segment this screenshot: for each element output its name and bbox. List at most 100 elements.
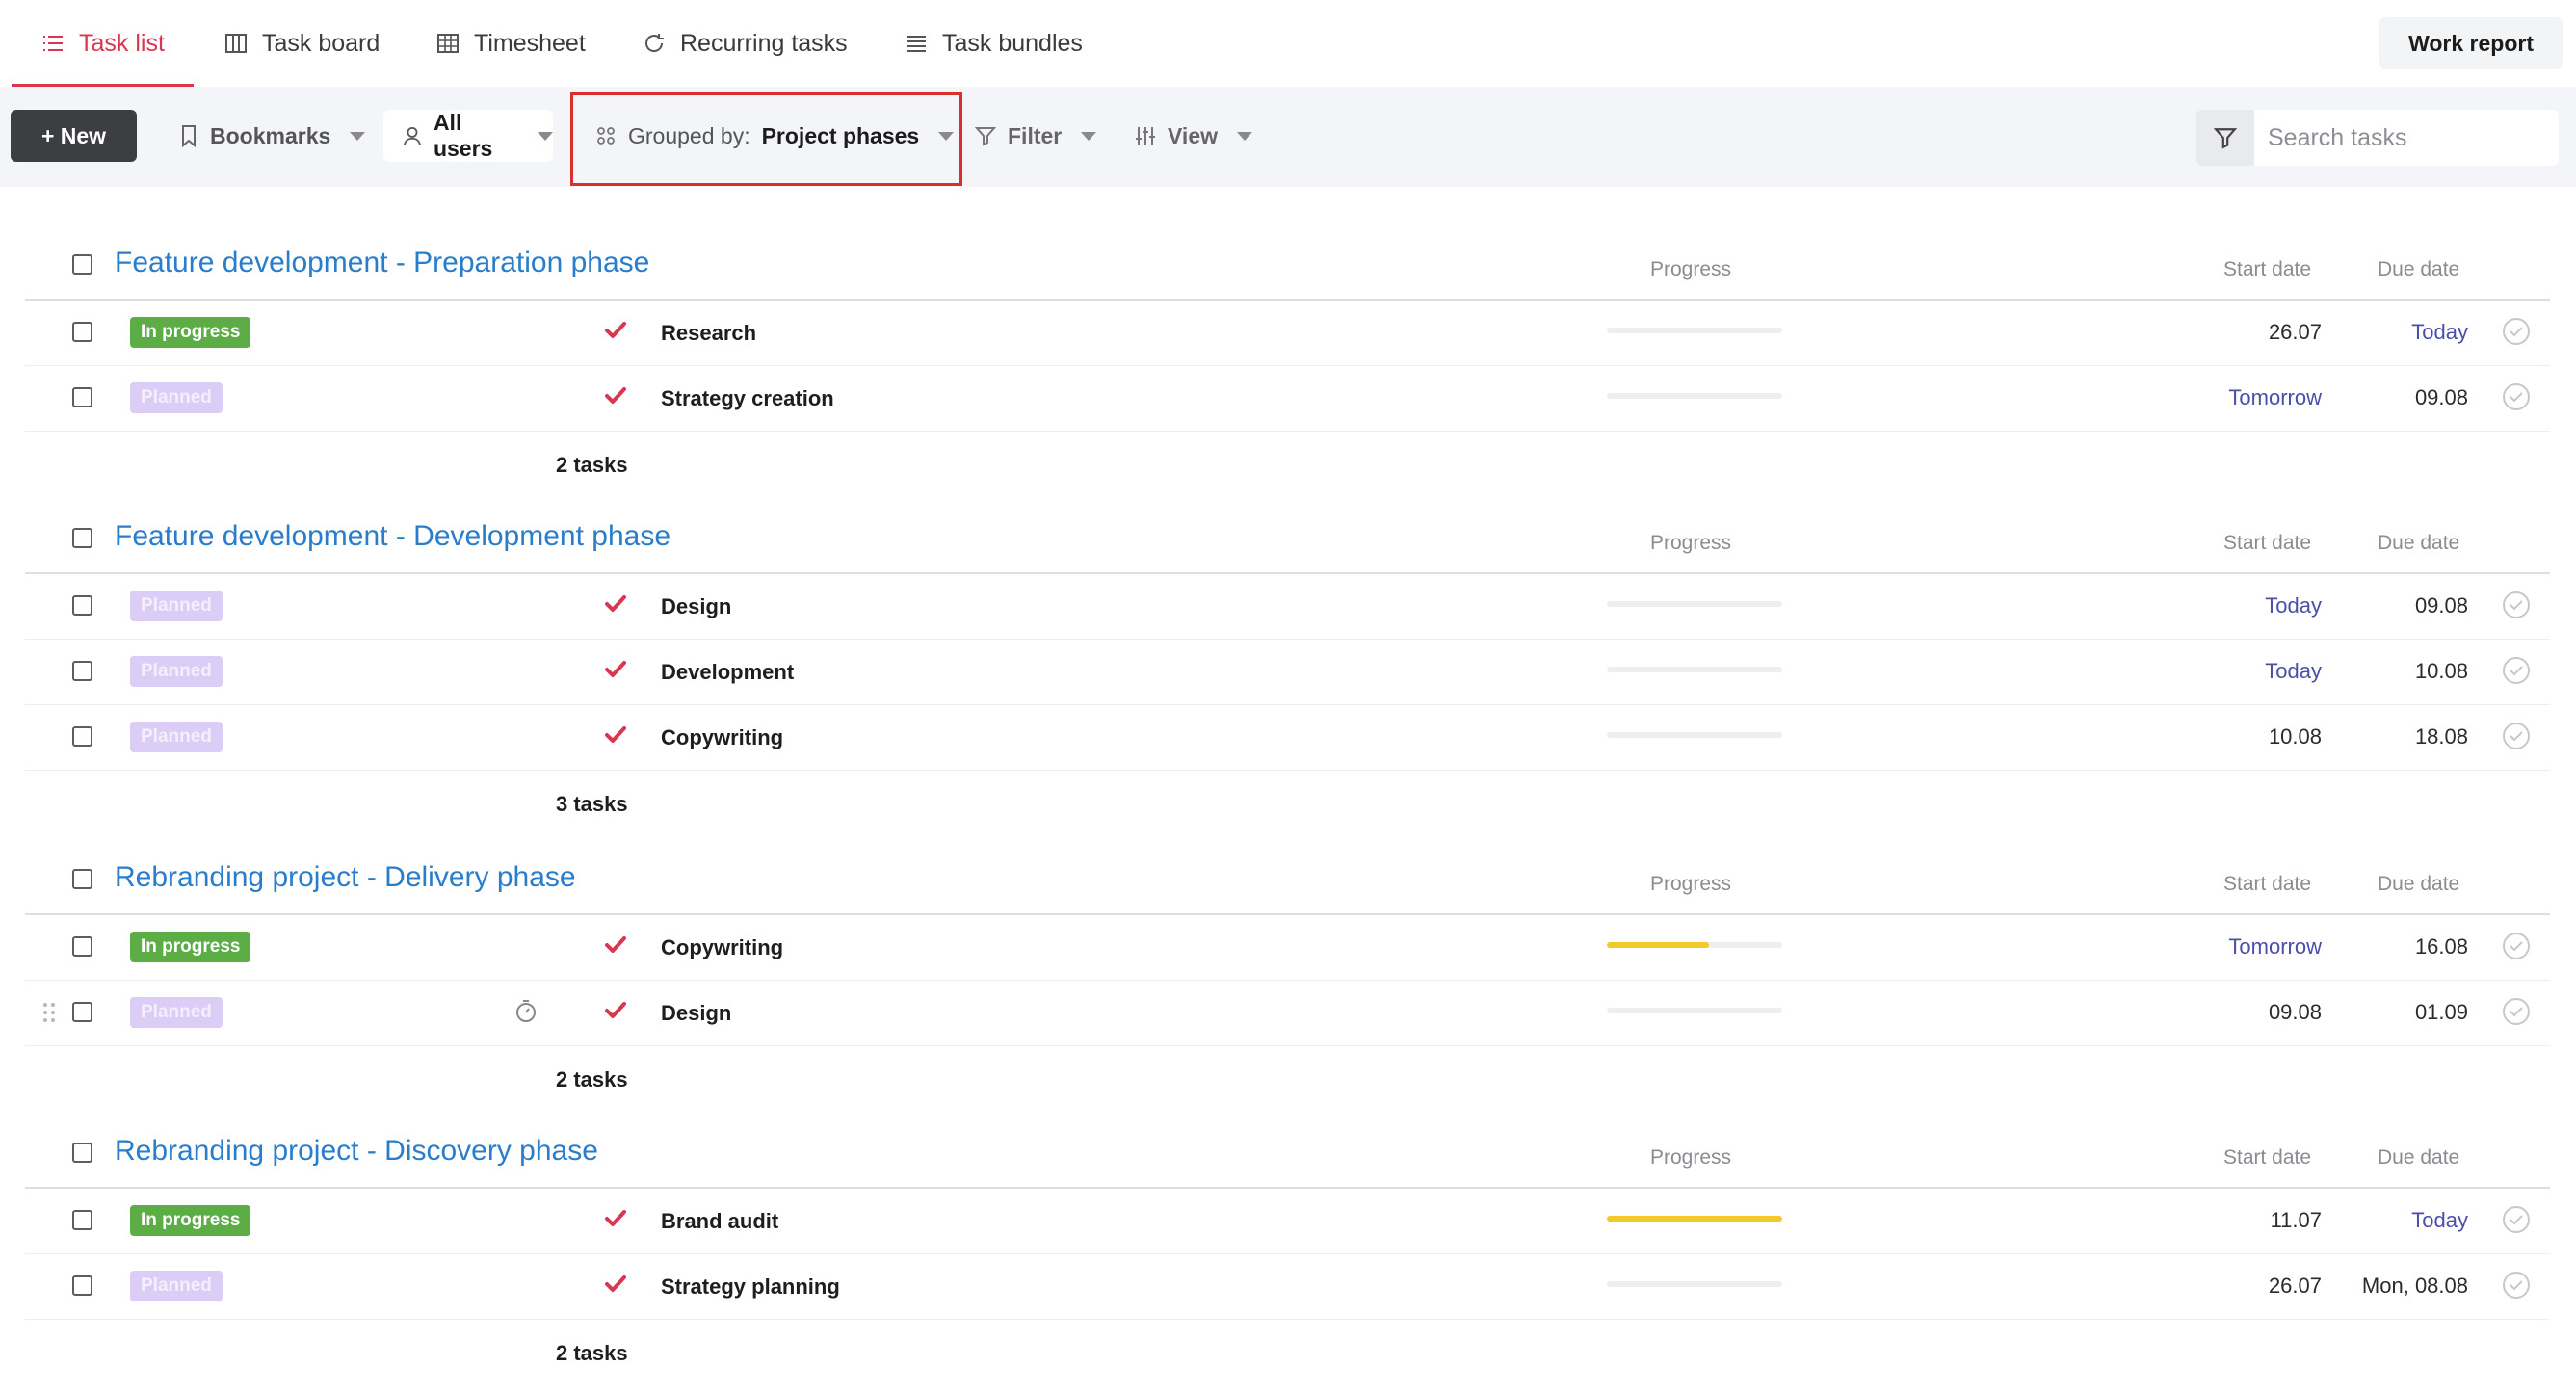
task-name[interactable]: Design <box>661 594 731 619</box>
complete-check-icon[interactable] <box>2501 316 2532 347</box>
complete-check-icon[interactable] <box>2501 655 2532 686</box>
complete-check-icon[interactable] <box>2501 590 2532 620</box>
bookmarks-dropdown[interactable]: Bookmarks <box>179 110 366 162</box>
table-row[interactable]: Planned Strategy creation Tomorrow 09.08 <box>0 366 2576 432</box>
table-row[interactable]: Planned Design 09.08 01.09 <box>0 981 2576 1046</box>
due-date[interactable]: Today <box>2411 1208 2468 1233</box>
group-title[interactable]: Feature development - Development phase <box>115 520 670 553</box>
timer-icon[interactable] <box>513 998 539 1023</box>
tab-timesheet[interactable]: Timesheet <box>435 0 586 87</box>
filter-dropdown[interactable]: Filter <box>975 110 1097 162</box>
start-date[interactable]: 09.08 <box>2269 1000 2322 1025</box>
table-row[interactable]: Planned Copywriting 10.08 18.08 <box>0 705 2576 771</box>
work-report-button[interactable]: Work report <box>2379 17 2563 69</box>
status-badge[interactable]: In progress <box>130 1205 251 1236</box>
users-dropdown[interactable]: All users <box>383 110 553 162</box>
row-checkbox[interactable] <box>72 936 92 957</box>
sliders-icon <box>1136 127 1155 145</box>
start-date-column-header[interactable]: Start date <box>2223 532 2311 555</box>
due-date[interactable]: 10.08 <box>2415 659 2468 684</box>
chevron-down-icon <box>1081 131 1097 141</box>
start-date[interactable]: 10.08 <box>2269 724 2322 749</box>
due-date-column-header[interactable]: Due date <box>2378 1146 2459 1170</box>
group-title[interactable]: Rebranding project - Delivery phase <box>115 861 576 894</box>
tab-label: Task list <box>79 29 165 57</box>
status-badge[interactable]: Planned <box>130 997 223 1028</box>
status-badge[interactable]: Planned <box>130 591 223 621</box>
status-badge[interactable]: Planned <box>130 382 223 413</box>
start-date[interactable]: Today <box>2265 593 2322 618</box>
due-date[interactable]: 18.08 <box>2415 724 2468 749</box>
table-row[interactable]: Planned Design Today 09.08 <box>0 574 2576 640</box>
complete-check-icon[interactable] <box>2501 931 2532 961</box>
row-checkbox[interactable] <box>72 1275 92 1296</box>
start-date-column-header[interactable]: Start date <box>2223 1146 2311 1170</box>
task-name[interactable]: Design <box>661 1001 731 1026</box>
tab-recurring-tasks[interactable]: Recurring tasks <box>642 0 848 87</box>
due-date[interactable]: 09.08 <box>2415 593 2468 618</box>
start-date[interactable]: Tomorrow <box>2228 385 2322 410</box>
due-date[interactable]: 01.09 <box>2415 1000 2468 1025</box>
task-name[interactable]: Strategy planning <box>661 1275 840 1300</box>
row-checkbox[interactable] <box>72 1002 92 1022</box>
table-row[interactable]: In progress Copywriting Tomorrow 16.08 <box>0 915 2576 981</box>
start-date[interactable]: 26.07 <box>2269 320 2322 345</box>
group-checkbox[interactable] <box>72 528 92 548</box>
search-filter-button[interactable] <box>2196 110 2254 166</box>
table-row[interactable]: In progress Research 26.07 Today <box>0 301 2576 366</box>
start-date[interactable]: 26.07 <box>2269 1274 2322 1299</box>
table-row[interactable]: In progress Brand audit 11.07 Today <box>0 1189 2576 1254</box>
start-date-column-header[interactable]: Start date <box>2223 873 2311 896</box>
start-date[interactable]: Tomorrow <box>2228 934 2322 959</box>
group-title[interactable]: Feature development - Preparation phase <box>115 247 649 279</box>
grouped-by-dropdown[interactable]: Grouped by: Project phases <box>595 110 955 162</box>
due-date[interactable]: Mon, 08.08 <box>2362 1274 2468 1299</box>
status-badge[interactable]: Planned <box>130 656 223 687</box>
task-name[interactable]: Copywriting <box>661 935 783 960</box>
row-checkbox[interactable] <box>72 1210 92 1230</box>
row-checkbox[interactable] <box>72 726 92 747</box>
row-checkbox[interactable] <box>72 387 92 407</box>
table-row[interactable]: Planned Strategy planning 26.07 Mon, 08.… <box>0 1254 2576 1320</box>
row-checkbox[interactable] <box>72 661 92 681</box>
complete-check-icon[interactable] <box>2501 1270 2532 1301</box>
due-date[interactable]: Today <box>2411 320 2468 345</box>
task-name[interactable]: Brand audit <box>661 1209 778 1234</box>
drag-handle-icon[interactable] <box>40 1000 58 1025</box>
status-badge[interactable]: In progress <box>130 317 251 348</box>
view-dropdown[interactable]: View <box>1135 110 1252 162</box>
status-badge[interactable]: Planned <box>130 722 223 752</box>
status-badge[interactable]: Planned <box>130 1271 223 1301</box>
tab-task-bundles[interactable]: Task bundles <box>904 0 1083 87</box>
group-checkbox[interactable] <box>72 254 92 275</box>
complete-check-icon[interactable] <box>2501 381 2532 412</box>
task-name[interactable]: Research <box>661 321 756 346</box>
grid-icon <box>437 34 459 53</box>
start-date[interactable]: 11.07 <box>2271 1208 2322 1233</box>
table-row[interactable]: Planned Development Today 10.08 <box>0 640 2576 705</box>
search-input[interactable] <box>2254 110 2559 166</box>
complete-check-icon[interactable] <box>2501 721 2532 751</box>
task-name[interactable]: Copywriting <box>661 725 783 750</box>
task-count: 2 tasks <box>556 1341 628 1365</box>
complete-check-icon[interactable] <box>2501 1204 2532 1235</box>
row-checkbox[interactable] <box>72 322 92 342</box>
status-badge[interactable]: In progress <box>130 932 251 962</box>
complete-check-icon[interactable] <box>2501 996 2532 1027</box>
new-button[interactable]: + New <box>11 110 137 162</box>
task-name[interactable]: Strategy creation <box>661 386 834 411</box>
task-name[interactable]: Development <box>661 660 794 685</box>
tab-task-board[interactable]: Task board <box>223 0 380 87</box>
due-date-column-header[interactable]: Due date <box>2378 532 2459 555</box>
start-date[interactable]: Today <box>2265 659 2322 684</box>
start-date-column-header[interactable]: Start date <box>2223 258 2311 281</box>
due-date-column-header[interactable]: Due date <box>2378 258 2459 281</box>
group-title[interactable]: Rebranding project - Discovery phase <box>115 1135 598 1168</box>
due-date[interactable]: 09.08 <box>2415 385 2468 410</box>
group-checkbox[interactable] <box>72 1143 92 1163</box>
due-date-column-header[interactable]: Due date <box>2378 873 2459 896</box>
due-date[interactable]: 16.08 <box>2415 934 2468 959</box>
group-checkbox[interactable] <box>72 869 92 889</box>
tab-task-list[interactable]: Task list <box>12 0 194 87</box>
row-checkbox[interactable] <box>72 595 92 616</box>
